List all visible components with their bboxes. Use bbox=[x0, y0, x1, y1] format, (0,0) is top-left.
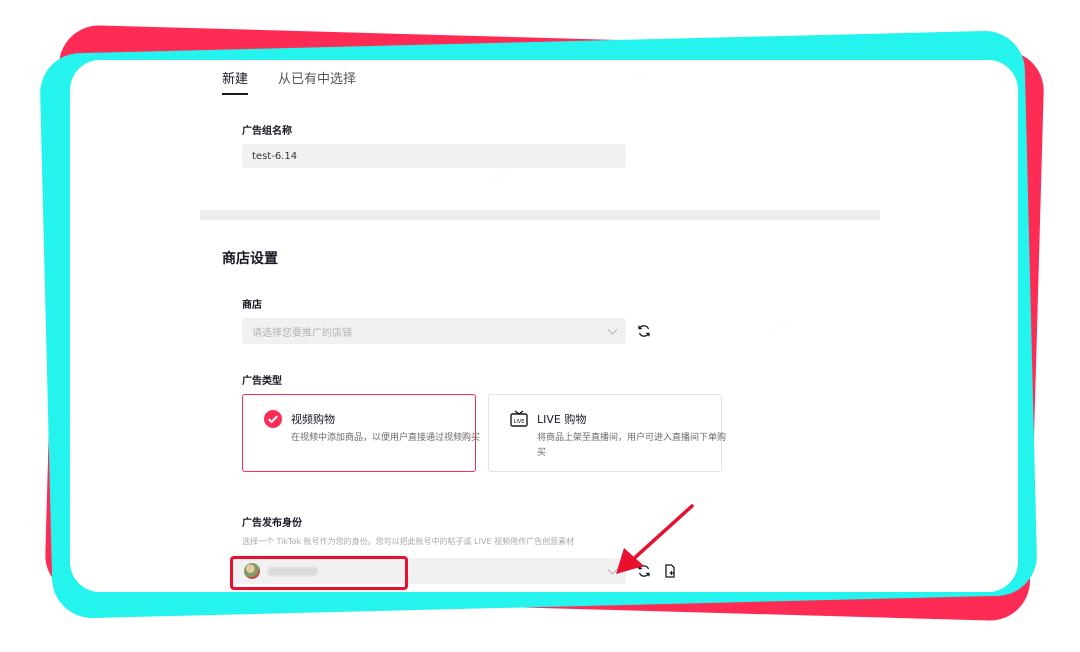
check-circle-icon bbox=[264, 410, 282, 428]
tab-bar: 新建 从已有中选择 bbox=[222, 68, 356, 95]
watermark: ····· bbox=[768, 317, 791, 337]
shop-label: 商店 bbox=[242, 300, 262, 311]
ad-type-description: 将商品上架至直播间，用户可进入直播间下单购买 bbox=[537, 433, 727, 458]
svg-text:LIVE: LIVE bbox=[514, 419, 525, 425]
ad-type-title: LIVE 购物 bbox=[537, 413, 587, 426]
section-divider bbox=[200, 210, 880, 220]
highlight-box bbox=[230, 556, 408, 590]
ad-type-title: 视频购物 bbox=[291, 413, 335, 426]
ad-type-live-shopping-card[interactable]: LIVE LIVE 购物 将商品上架至直播间，用户可进入直播间下单购买 bbox=[488, 394, 726, 472]
tab-select-existing[interactable]: 从已有中选择 bbox=[278, 68, 356, 95]
live-tv-icon: LIVE bbox=[510, 410, 528, 427]
refresh-icon[interactable] bbox=[636, 323, 652, 339]
shop-settings-title: 商店设置 bbox=[222, 251, 278, 267]
watermark: ····· bbox=[488, 167, 511, 187]
ad-type-label: 广告类型 bbox=[242, 376, 282, 387]
identity-hint: 选择一个 TikTok 账号作为您的身份。您可以把此账号中的帖子或 LIVE 视… bbox=[242, 537, 575, 546]
shop-select-placeholder: 请选择您要推广的店铺 bbox=[252, 327, 352, 339]
annotation-arrow-icon bbox=[616, 504, 694, 574]
watermark: ····· bbox=[628, 65, 651, 85]
ad-type-video-shopping-card[interactable]: 视频购物 在视频中添加商品，以便用户直接通过视频购买 bbox=[242, 394, 480, 472]
ad-group-name-label: 广告组名称 bbox=[242, 126, 292, 137]
ad-type-description: 在视频中添加商品，以便用户直接通过视频购买 bbox=[291, 433, 481, 443]
identity-label: 广告发布身份 bbox=[242, 518, 302, 529]
tab-new[interactable]: 新建 bbox=[222, 68, 249, 95]
form-screen: ····· ····· ····· 新建 从已有中选择 广告组名称 test-6… bbox=[70, 60, 1018, 592]
chevron-down-icon bbox=[607, 324, 618, 335]
ad-group-name-input[interactable]: test-6.14 bbox=[242, 144, 626, 168]
shop-select[interactable]: 请选择您要推广的店铺 bbox=[242, 318, 626, 344]
